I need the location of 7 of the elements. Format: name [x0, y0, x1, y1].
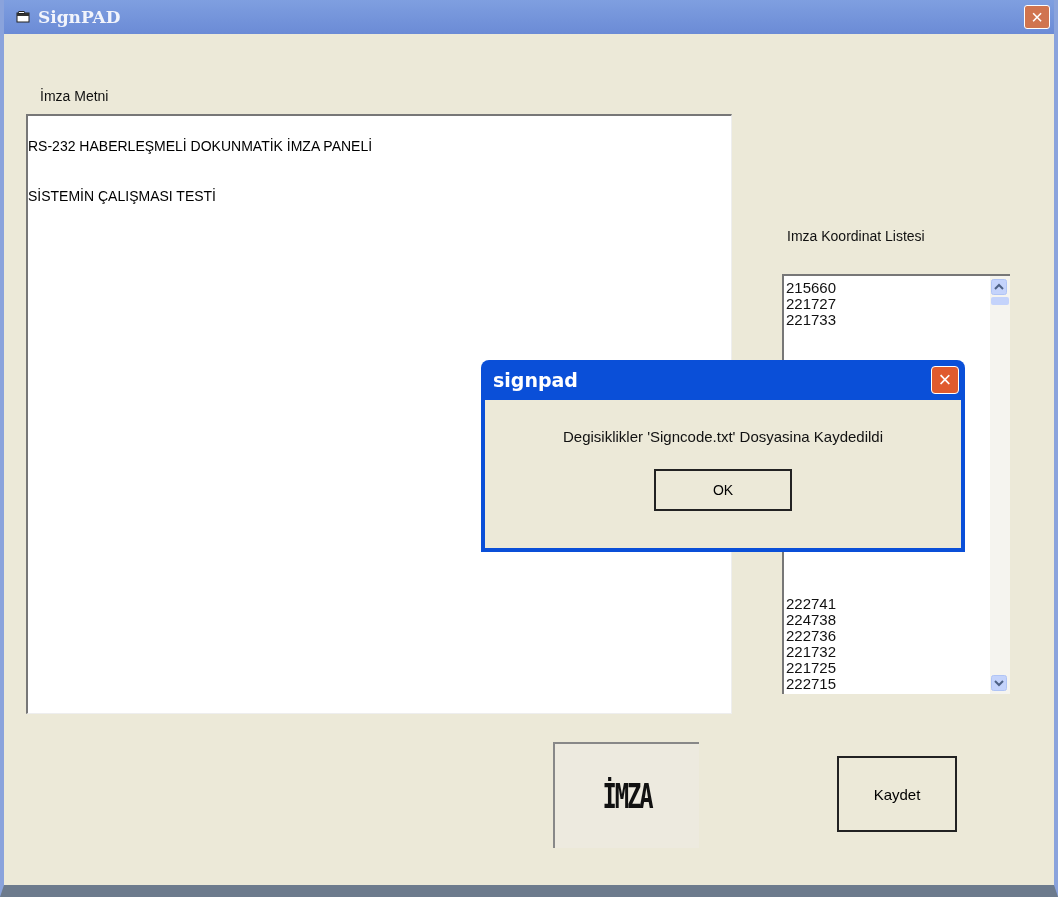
- window-title: SignPAD: [38, 7, 121, 27]
- text-label: İmza Metni: [40, 88, 110, 104]
- text-line: SİSTEMİN ÇALIŞMASI TESTİ: [28, 188, 217, 204]
- text-line: RS-232 HABERLEŞMELİ DOKUNMATİK İMZA PANELİ: [28, 138, 374, 154]
- list-label: Imza Koordinat Listesi: [787, 228, 926, 244]
- signature-text: İMZA: [602, 776, 652, 816]
- dialog-title: signpad: [493, 369, 578, 391]
